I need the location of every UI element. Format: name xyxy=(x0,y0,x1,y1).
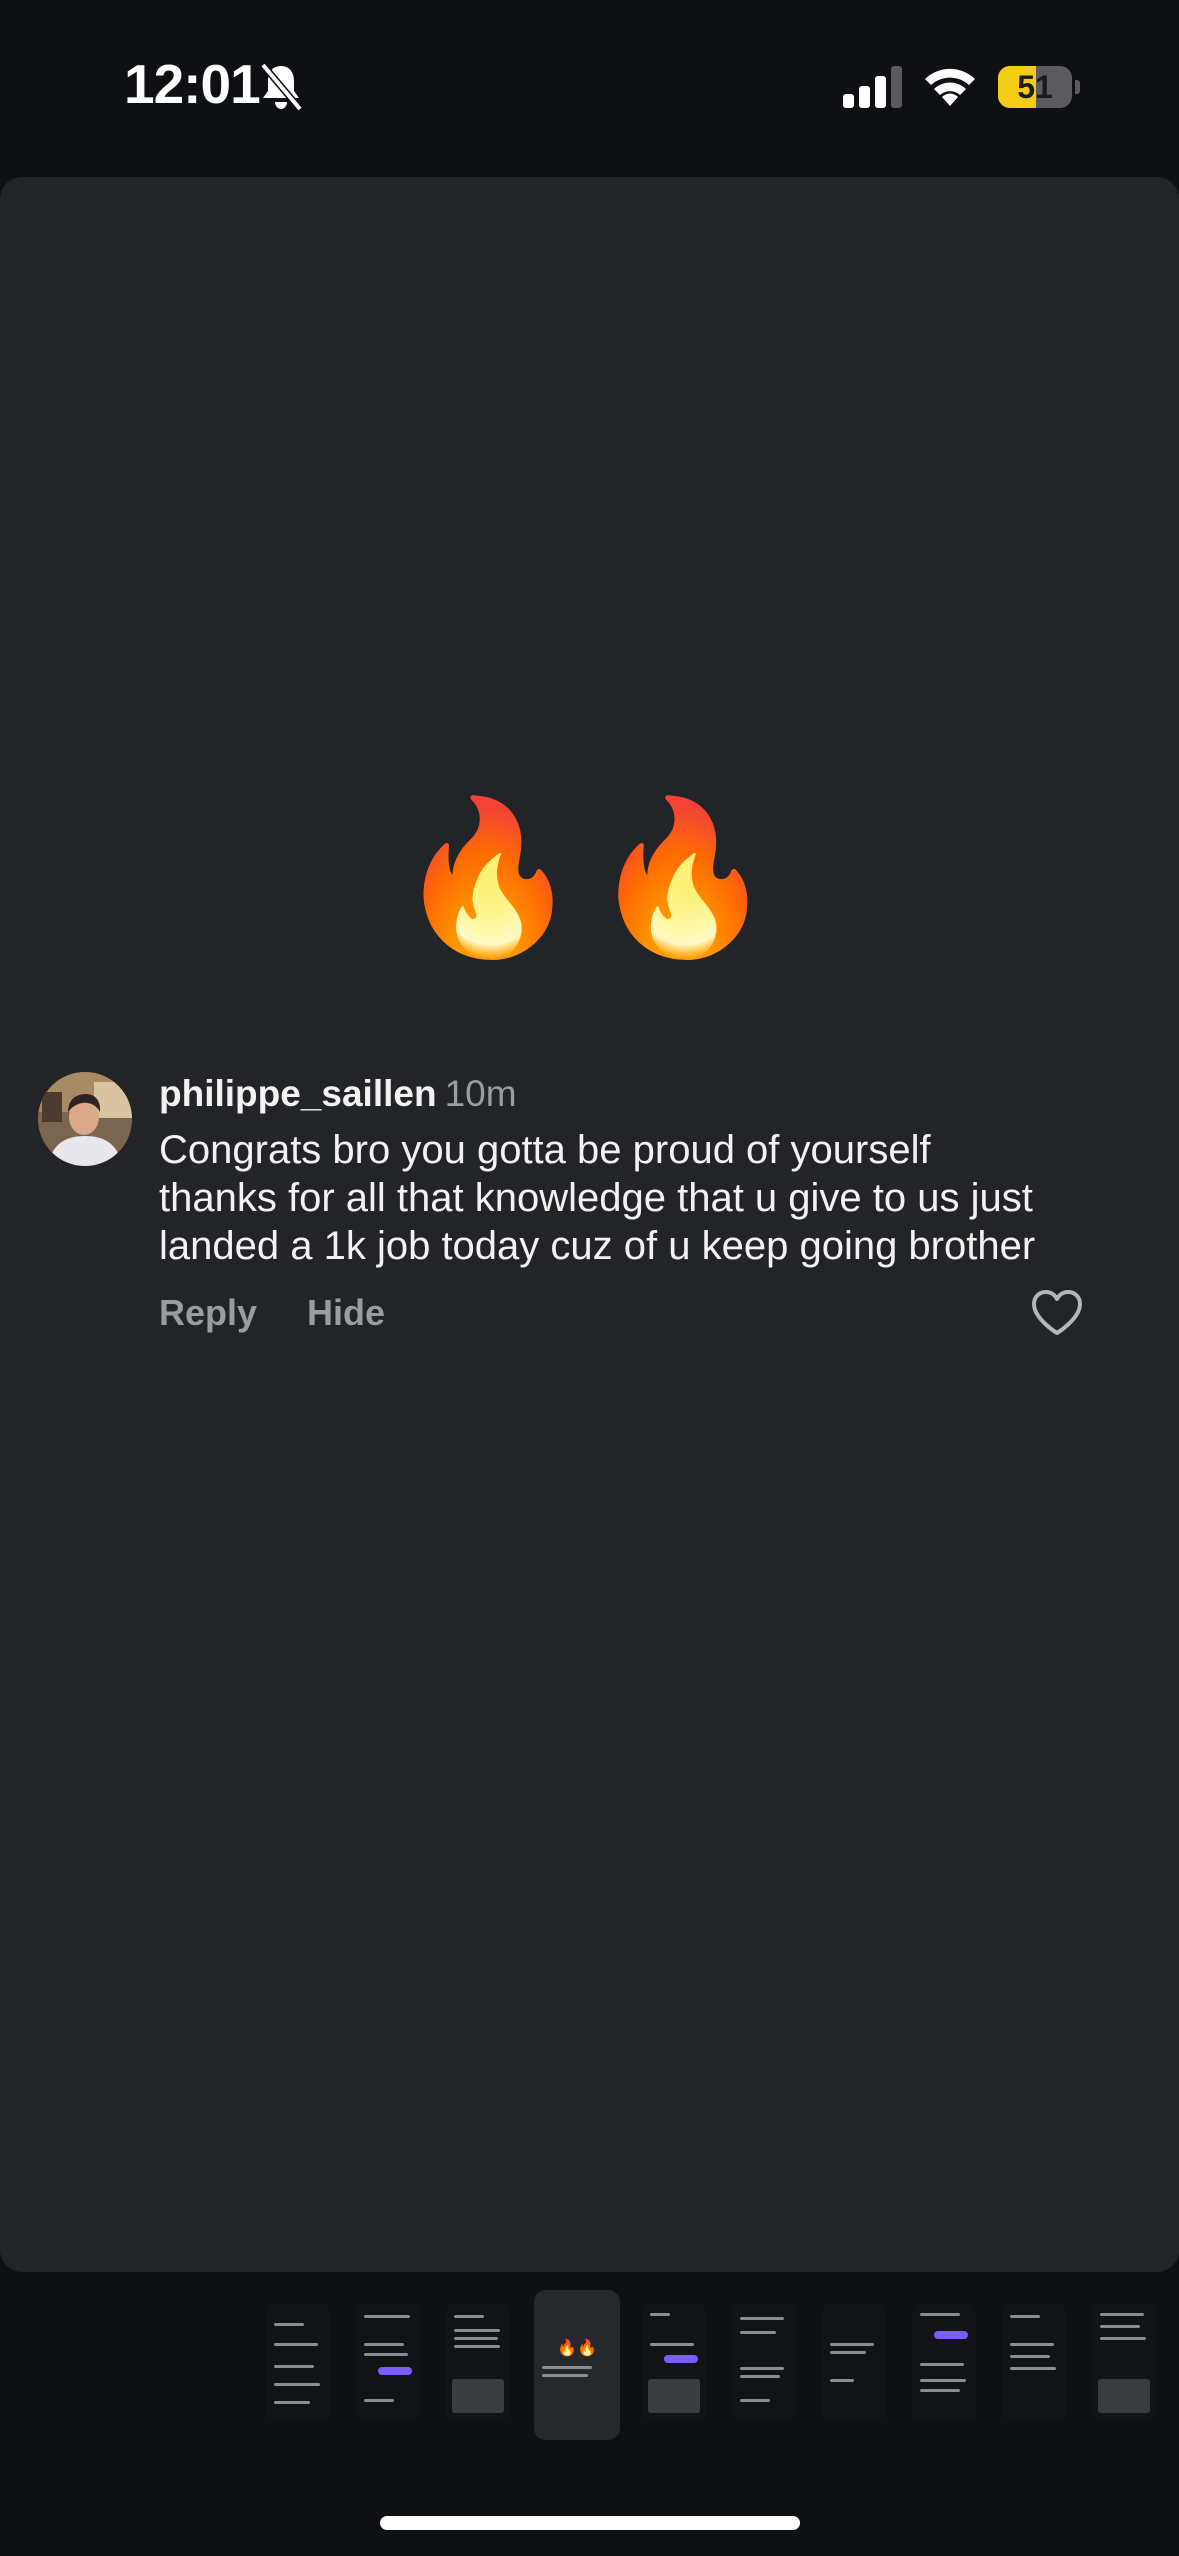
thumbnail[interactable] xyxy=(1092,2303,1156,2421)
thumbnail[interactable] xyxy=(446,2303,510,2421)
status-time: 12:01 xyxy=(124,53,261,115)
comment-username[interactable]: philippe_saillen xyxy=(159,1073,437,1114)
home-indicator[interactable] xyxy=(380,2516,800,2530)
battery-tip xyxy=(1075,80,1080,94)
comment-text: Congrats bro you gotta be proud of yours… xyxy=(159,1128,1036,1268)
comment-timestamp: 10m xyxy=(444,1073,517,1114)
comment-header: philippe_saillen 10m xyxy=(159,1072,1039,1116)
battery-icon: 51 xyxy=(998,66,1080,108)
comment-body: philippe_saillen 10m Congrats bro you got… xyxy=(159,1072,1039,1334)
battery-level: 51 xyxy=(1017,69,1053,105)
post-emoji: 🔥🔥 xyxy=(394,793,785,961)
wifi-icon xyxy=(925,68,975,106)
thumbnail[interactable] xyxy=(912,2303,976,2421)
status-bar: 12:01 51 xyxy=(0,0,1179,175)
cellular-signal-icon xyxy=(843,66,902,108)
thumbnail[interactable] xyxy=(642,2303,706,2421)
avatar[interactable] xyxy=(38,1072,132,1166)
screen: 12:01 51 🔥🔥 philippe_saillen 10m Congrat… xyxy=(0,0,1179,2556)
thumbnail[interactable] xyxy=(732,2303,796,2421)
comment-actions: Reply Hide xyxy=(159,1292,1039,1334)
battery-body: 51 xyxy=(998,66,1072,108)
bell-slash-icon xyxy=(260,62,303,112)
thumbnail[interactable] xyxy=(356,2303,420,2421)
thumbnail[interactable] xyxy=(822,2303,886,2421)
thumbnail[interactable] xyxy=(1002,2303,1066,2421)
thumbnail-strip: 🔥🔥 xyxy=(266,2290,1179,2440)
reply-button[interactable]: Reply xyxy=(159,1292,257,1334)
thumbnail[interactable] xyxy=(266,2303,330,2421)
comment-card: 🔥🔥 philippe_saillen10m Congrats bro you xyxy=(0,177,1179,2272)
avatar-image xyxy=(38,1072,132,1166)
hide-button[interactable]: Hide xyxy=(307,1292,385,1334)
thumbnail-active[interactable]: 🔥🔥 xyxy=(534,2290,620,2440)
thumbnail-emoji: 🔥🔥 xyxy=(557,2340,597,2357)
heart-outline-icon[interactable] xyxy=(1030,1289,1084,1337)
